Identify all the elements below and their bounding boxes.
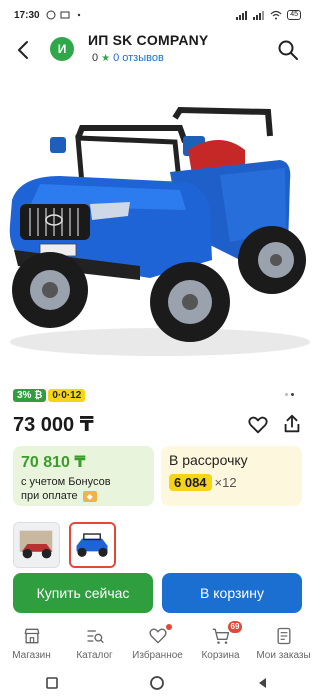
star-icon: ★ — [101, 52, 111, 64]
installment-title: В рассрочку — [169, 452, 248, 468]
buy-now-button[interactable]: Купить сейчас — [13, 573, 153, 613]
thumbnail-image[interactable] — [13, 522, 60, 568]
back-triangle-icon[interactable] — [256, 676, 270, 690]
home-icon[interactable] — [149, 675, 165, 691]
rating-value: 0 — [92, 52, 99, 64]
battery-indicator: 45 — [287, 10, 301, 20]
nav-label-cart: Корзина — [201, 650, 240, 661]
bonus-percent-badge: 3% ₿ — [13, 389, 47, 402]
nav-label-store: Магазин — [12, 650, 51, 661]
status-time: 17:30 — [14, 9, 40, 21]
nav-item-favorites[interactable]: Избранное — [126, 620, 189, 666]
share-icon[interactable] — [281, 413, 303, 435]
heart-icon[interactable] — [247, 414, 269, 436]
bottom-nav: Магазин Каталог Избранное 69 Корзина Мои… — [0, 620, 315, 666]
installment-card[interactable]: В рассрочку 6 084 ×12 — [161, 446, 302, 506]
wifi-icon — [270, 10, 282, 20]
product-image[interactable] — [0, 80, 315, 370]
more-dots-icon — [77, 13, 80, 17]
signal-icon-2 — [253, 11, 265, 20]
shop-rating[interactable]: 0 ★ 0 отзывов — [92, 52, 164, 64]
add-to-cart-button[interactable]: В корзину — [162, 573, 302, 613]
nav-item-catalog[interactable]: Каталог — [63, 620, 126, 666]
reviews-link[interactable]: 0 отзывов — [113, 52, 164, 64]
gallery-icon — [60, 11, 70, 19]
installment-badge: 0·0·12 — [48, 389, 86, 402]
gallery-dot — [285, 393, 288, 396]
bonus-coin-icon: ₿ — [34, 390, 43, 401]
product-page: 17:30 45 И ИП SK COMPANY 0 ★ 0 отзывов 3… — [0, 0, 315, 700]
cart-count-badge: 69 — [227, 621, 243, 633]
shop-name[interactable]: ИП SK COMPANY — [88, 32, 208, 48]
header: И ИП SK COMPANY 0 ★ 0 отзывов — [0, 30, 315, 70]
product-price: 73 000 ₸ — [13, 414, 94, 436]
nav-item-store[interactable]: Магазин — [0, 620, 63, 666]
signal-icon — [236, 11, 248, 20]
whatsapp-icon — [46, 10, 56, 20]
wallet-icon: ◆ — [82, 490, 97, 502]
orders-icon — [277, 627, 290, 645]
recent-apps-icon[interactable] — [45, 676, 59, 690]
nav-label-favorites: Избранное — [132, 650, 183, 661]
back-arrow-icon[interactable] — [12, 38, 36, 62]
thumbnail-image-selected[interactable] — [69, 522, 116, 568]
shop-avatar[interactable]: И — [50, 37, 74, 61]
bonus-amount: 70 810 ₸ — [21, 454, 86, 471]
bonus-text-line2: при оплате — [21, 490, 78, 502]
gallery-dot-active — [291, 393, 294, 396]
bonus-card[interactable]: 70 810 ₸ с учетом Бонусов при оплате ◆ — [13, 446, 154, 506]
nav-item-cart[interactable]: 69 Корзина — [189, 620, 252, 666]
status-bar: 17:30 45 — [0, 0, 315, 30]
store-icon — [24, 628, 39, 644]
nav-item-orders[interactable]: Мои заказы — [252, 620, 315, 666]
catalog-icon — [87, 630, 104, 644]
nav-label-orders: Мои заказы — [256, 650, 311, 661]
system-nav-bar — [0, 666, 315, 700]
installment-multiplier: ×12 — [214, 475, 237, 490]
notification-dot — [165, 624, 172, 630]
installment-amount: 6 084 — [169, 474, 212, 491]
price-badges: 3% ₿ 0·0·12 — [13, 389, 86, 402]
nav-label-catalog: Каталог — [76, 650, 113, 661]
gallery-dots — [285, 393, 294, 396]
bonus-text-line1: с учетом Бонусов — [21, 476, 111, 488]
search-icon[interactable] — [276, 38, 300, 62]
heart-icon — [148, 628, 167, 644]
